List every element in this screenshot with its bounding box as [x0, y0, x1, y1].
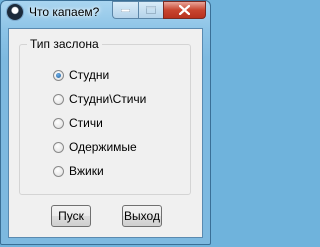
radio-label: Студни	[69, 68, 110, 82]
minimize-button[interactable]	[112, 1, 138, 19]
barrier-type-group: Тип заслона	[19, 37, 191, 195]
window-title: Что капаем?	[29, 5, 100, 19]
radio-button[interactable]	[53, 141, 64, 153]
radio-label: Студни\Стичи	[69, 92, 147, 106]
radio-label: Одержимые	[69, 140, 137, 154]
close-icon	[179, 5, 190, 15]
maximize-button[interactable]	[138, 1, 163, 19]
minimize-icon	[121, 8, 130, 12]
radio-button[interactable]	[53, 69, 64, 81]
app-window: Что капаем? Тип заслона Студни Студни\Ст…	[0, 0, 211, 245]
radio-option-stichi[interactable]: Стичи	[53, 116, 103, 130]
radio-option-studni[interactable]: Студни	[53, 68, 109, 82]
maximize-icon	[146, 6, 156, 14]
radio-button[interactable]	[53, 117, 64, 129]
close-button[interactable]	[163, 1, 206, 19]
title-bar[interactable]: Что капаем?	[1, 1, 212, 28]
client-area: Тип заслона Студни Студни\Стичи Стичи Од…	[8, 28, 203, 238]
caption-buttons	[112, 1, 206, 19]
radio-option-studni-stichi[interactable]: Студни\Стичи	[53, 92, 146, 106]
radio-button[interactable]	[53, 93, 64, 105]
group-title: Тип заслона	[27, 37, 102, 51]
start-button[interactable]: Пуск	[51, 205, 91, 227]
app-icon[interactable]	[7, 4, 23, 20]
radio-button[interactable]	[53, 165, 64, 177]
radio-option-oderzhimye[interactable]: Одержимые	[53, 140, 137, 154]
radio-option-vzhiki[interactable]: Вжики	[53, 164, 104, 178]
radio-label: Стичи	[69, 116, 103, 130]
radio-label: Вжики	[69, 164, 104, 178]
exit-button[interactable]: Выход	[122, 205, 162, 227]
